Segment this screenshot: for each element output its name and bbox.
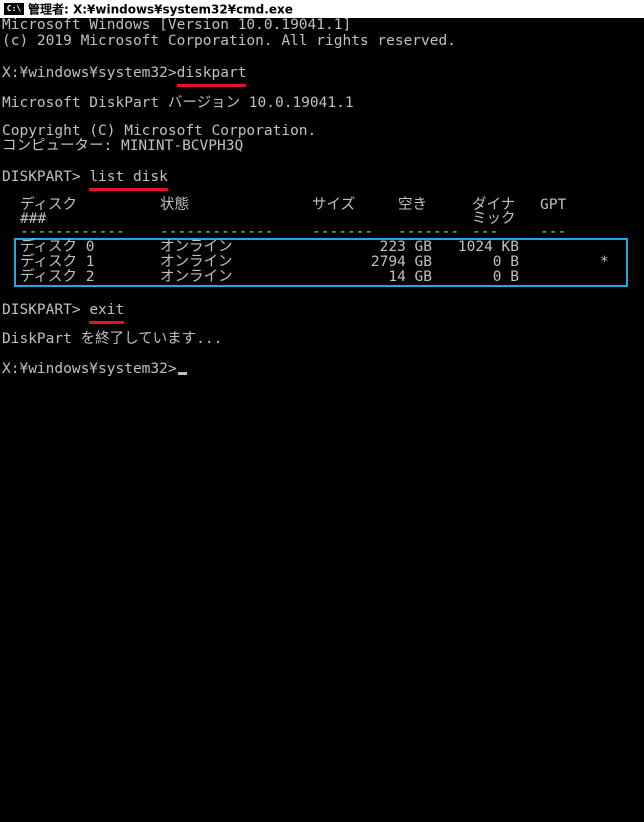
disk-row-1-name: ディスク 1 (20, 254, 95, 270)
disk-row-0-size: 223 GB (379, 239, 432, 255)
disk-row-0-status: オンライン (160, 239, 233, 255)
window-titlebar[interactable]: C:\ 管理者: X:¥windows¥system32¥cmd.exe (0, 0, 644, 18)
command-list-disk: list disk (89, 170, 168, 191)
disk-row-2-free: 0 B (492, 269, 519, 285)
exit-message-line: DiskPart を終了しています... (2, 331, 223, 347)
window-title: 管理者: X:¥windows¥system32¥cmd.exe (28, 2, 293, 17)
col-header-gpt: GPT (540, 197, 567, 213)
disk-row-2-name: ディスク 2 (20, 269, 95, 285)
disk-row-0-name: ディスク 0 (20, 239, 95, 255)
disk-row-2-size: 14 GB (388, 269, 432, 285)
disk-row-1-size: 2794 GB (370, 254, 432, 270)
command-diskpart: diskpart (176, 66, 247, 87)
prompt-text: DISKPART> (2, 302, 90, 318)
col-header-size: サイズ (312, 197, 356, 213)
prompt-line-4[interactable]: X:¥windows¥system32> (2, 362, 187, 377)
disk-row-0-free: 1024 KB (457, 239, 519, 255)
diskpart-version-line: Microsoft DiskPart バージョン 10.0.19041.1 (2, 95, 354, 111)
text-cursor (177, 372, 187, 375)
prompt-line-2: DISKPART> list disk (2, 169, 168, 191)
copyright-line: Copyright (C) Microsoft Corporation. (2, 123, 317, 139)
cmd-icon: C:\ (4, 2, 24, 15)
disk-row-1-status: オンライン (160, 254, 233, 270)
prompt-text: DISKPART> (2, 169, 90, 185)
command-exit: exit (89, 303, 125, 324)
header-line-1: Microsoft Windows [Version 10.0.19041.1] (2, 17, 352, 33)
prompt-text: X:¥windows¥system32> (2, 65, 177, 81)
disk-row-2-status: オンライン (160, 269, 233, 285)
computer-name-line: コンピューター: MININT-BCVPH3Q (2, 138, 244, 154)
prompt-line-1: X:¥windows¥system32>diskpart (2, 65, 247, 87)
header-line-2: (c) 2019 Microsoft Corporation. All righ… (2, 33, 456, 49)
prompt-line-3: DISKPART> exit (2, 302, 125, 324)
disk-row-1-free: 0 B (492, 254, 519, 270)
col-header-status: 状態 (160, 197, 189, 213)
console-output[interactable]: Microsoft Windows [Version 10.0.19041.1]… (0, 18, 644, 411)
disk-row-1-gpt: * (600, 254, 609, 270)
prompt-text: X:¥windows¥system32> (2, 361, 177, 377)
col-header-free: 空き (398, 197, 427, 213)
